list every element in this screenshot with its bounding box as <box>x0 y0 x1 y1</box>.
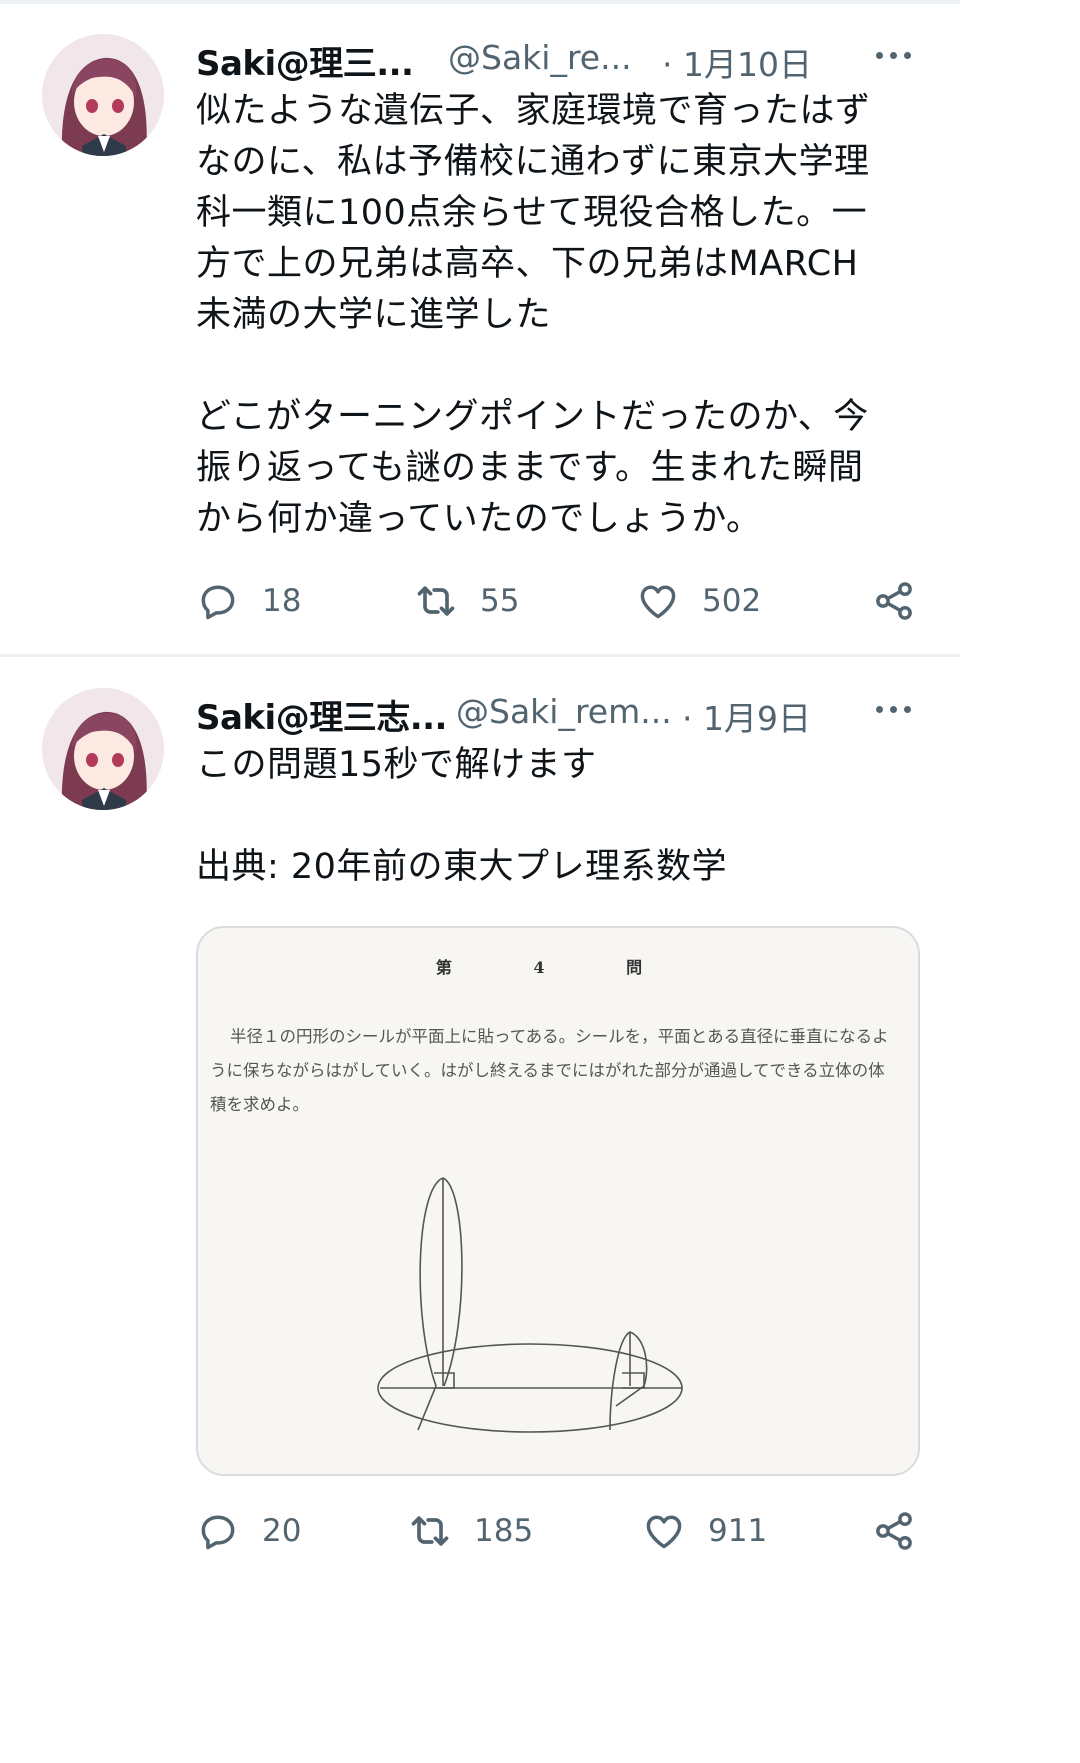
display-name[interactable]: Saki@理三志... <box>196 690 447 739</box>
top-divider <box>0 0 960 4</box>
tweet-actions: 20 185 911 <box>196 1506 918 1556</box>
tweet-header: Saki@理三志... @Saki_rem... · 1月9日 <box>196 690 920 740</box>
tweet-date[interactable]: · 1月10日 <box>662 38 812 86</box>
reply-button[interactable]: 20 <box>196 1506 301 1556</box>
like-count: 911 <box>708 1513 768 1549</box>
reply-button[interactable]: 18 <box>196 576 301 626</box>
tweet-text: 似たような遺伝子、家庭環境で育ったはず なのに、私は予備校に通わずに東京大学理 … <box>196 91 871 539</box>
share-icon <box>876 1512 912 1550</box>
tweet-header: Saki@理三... @Saki_re... · 1月10日 <box>196 36 920 86</box>
reply-icon <box>201 585 235 620</box>
more-icon[interactable] <box>874 694 914 724</box>
tweet-text: この問題15秒で解けます 出典: 20年前の東大プレ理系数学 <box>196 745 727 887</box>
heart-icon <box>640 585 676 619</box>
retweet-count: 185 <box>474 1513 534 1549</box>
share-icon <box>876 582 912 620</box>
more-icon[interactable] <box>874 40 914 70</box>
tweet[interactable]: Saki@理三... @Saki_re... · 1月10日 似たような遺伝子、… <box>0 10 960 650</box>
retweet-icon <box>411 1516 449 1546</box>
user-handle[interactable]: @Saki_re... <box>448 38 632 77</box>
retweet-icon <box>417 586 455 616</box>
problem-text: 半径１の円形のシールが平面上に貼ってある。シールを，平面とある直径に垂直になるよ… <box>210 1027 889 1114</box>
problem-figure <box>377 1177 683 1433</box>
reply-count: 20 <box>262 1513 302 1549</box>
tweet-actions: 18 55 502 <box>196 576 918 626</box>
reply-count: 18 <box>262 583 302 619</box>
avatar[interactable] <box>42 34 164 156</box>
retweet-count: 55 <box>480 583 520 619</box>
heart-icon <box>646 1515 682 1549</box>
problem-title: 第 4 問 <box>435 958 681 977</box>
like-button[interactable]: 911 <box>642 1506 767 1556</box>
attached-image[interactable]: 第 4 問 半径１の円形のシールが平面上に貼ってある。シールを，平面とある直径に… <box>196 926 920 1476</box>
retweet-button[interactable]: 55 <box>414 576 519 626</box>
tweet[interactable]: Saki@理三志... @Saki_rem... · 1月9日 この問題15秒で… <box>0 664 960 1560</box>
user-handle[interactable]: @Saki_rem... <box>456 692 672 731</box>
retweet-button[interactable]: 185 <box>408 1506 533 1556</box>
reply-icon <box>201 1515 235 1550</box>
avatar[interactable] <box>42 688 164 810</box>
share-button[interactable] <box>872 1506 916 1556</box>
like-button[interactable]: 502 <box>636 576 761 626</box>
like-count: 502 <box>702 583 762 619</box>
tweet-date[interactable]: · 1月9日 <box>682 692 811 740</box>
share-button[interactable] <box>872 576 916 626</box>
display-name[interactable]: Saki@理三... <box>196 36 414 85</box>
tweet-divider <box>0 654 960 657</box>
